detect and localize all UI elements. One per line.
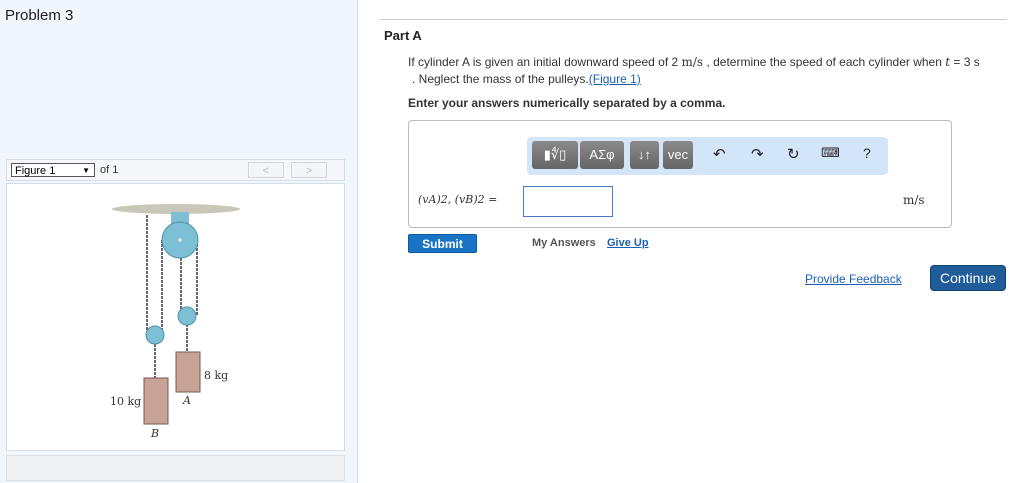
- question-part-4: . Neglect the mass of the pulleys.: [412, 72, 589, 86]
- question-part-3: = 3 s: [950, 55, 980, 69]
- question-part-1: If cylinder A is given an initial downwa…: [408, 55, 682, 69]
- mass-a-label: 8 kg: [204, 369, 228, 382]
- figure-footer: [6, 455, 345, 481]
- figure-image: 8 kg 10 kg A B: [6, 183, 345, 451]
- prev-figure-button[interactable]: <: [248, 162, 284, 178]
- greek-button[interactable]: ΑΣφ: [580, 141, 624, 169]
- divider: [380, 19, 1007, 20]
- templates-button[interactable]: ▮∜▯: [532, 141, 578, 169]
- figure-toolbar: Figure 1 ▼ of 1 < >: [6, 159, 345, 181]
- problem-title: Problem 3: [5, 7, 74, 24]
- pulley-diagram: 8 kg 10 kg A B: [110, 204, 240, 440]
- provide-feedback-link[interactable]: Provide Feedback: [805, 272, 902, 286]
- dropdown-arrow-icon: ▼: [82, 166, 90, 175]
- math-toolbar: ▮∜▯ ΑΣφ ↓↑ vec ↶ ↷ ↻ ⌨ ?: [527, 137, 888, 175]
- mass-b-label: 10 kg: [110, 395, 141, 408]
- figure-link[interactable]: (Figure 1): [589, 72, 641, 86]
- pulley-b: [145, 325, 165, 345]
- answer-input[interactable]: [523, 186, 613, 217]
- cylinder-a-label: A: [182, 394, 191, 407]
- arrows-button[interactable]: ↓↑: [630, 141, 659, 169]
- part-title: Part A: [384, 28, 422, 43]
- cylinder-a: [175, 351, 201, 393]
- vec-button[interactable]: vec: [663, 141, 693, 169]
- next-figure-button[interactable]: >: [291, 162, 327, 178]
- my-answers-link[interactable]: My Answers: [532, 237, 596, 249]
- answer-label: (vA)2, (vB)2 =: [418, 193, 498, 206]
- question-part-2: , determine the speed of each cylinder w…: [703, 55, 946, 69]
- reset-icon[interactable]: ↻: [787, 145, 800, 163]
- answer-unit: m/s: [903, 193, 925, 207]
- problem-panel: Problem 3 Figure 1 ▼ of 1 < > 8 kg 10 kg …: [0, 0, 358, 483]
- redo-icon[interactable]: ↷: [751, 145, 764, 163]
- pulley-axle: [178, 238, 182, 242]
- submit-button[interactable]: Submit: [408, 234, 477, 253]
- figure-count: of 1: [100, 164, 119, 176]
- question-text: If cylinder A is given an initial downwa…: [408, 54, 1018, 88]
- instruction: Enter your answers numerically separated…: [408, 96, 726, 110]
- question-unit: m/s: [681, 55, 704, 69]
- continue-button[interactable]: Continue: [930, 265, 1006, 291]
- help-button[interactable]: ?: [863, 145, 871, 161]
- pulley-a: [177, 306, 197, 326]
- give-up-link[interactable]: Give Up: [607, 237, 649, 249]
- undo-icon[interactable]: ↶: [713, 145, 726, 163]
- figure-select[interactable]: Figure 1 ▼: [11, 163, 95, 177]
- cylinder-b-label: B: [150, 427, 159, 440]
- keyboard-icon[interactable]: ⌨: [821, 145, 840, 161]
- figure-select-value: Figure 1: [15, 165, 56, 177]
- cylinder-b: [143, 377, 169, 425]
